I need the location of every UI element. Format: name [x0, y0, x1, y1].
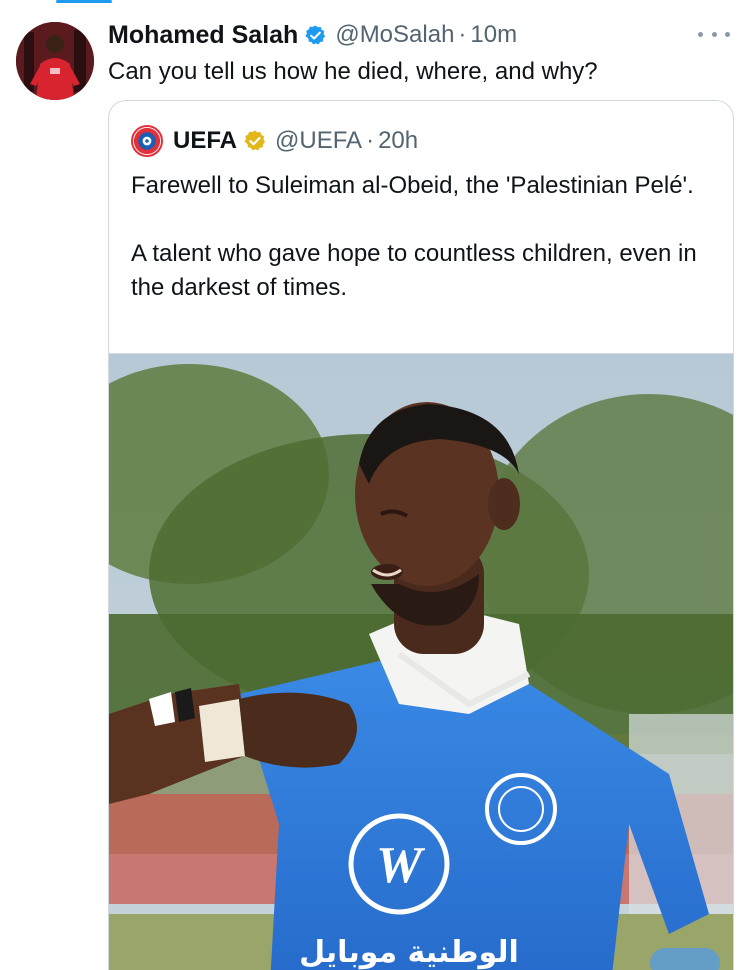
- avatar-photo: [16, 22, 94, 100]
- author-name[interactable]: Mohamed Salah: [108, 21, 298, 50]
- quoted-tweet-header: UEFA @UEFA · 20h: [131, 123, 418, 159]
- uefa-logo-icon[interactable]: [131, 125, 163, 157]
- separator-dot: ·: [458, 21, 467, 48]
- quoted-author-handle[interactable]: @UEFA: [275, 127, 362, 155]
- quoted-tweet[interactable]: UEFA @UEFA · 20h Farewell to Suleiman al…: [108, 100, 734, 970]
- tweet-timestamp[interactable]: 10m: [470, 21, 517, 49]
- shirt-logo-text: W: [376, 837, 426, 894]
- author-handle[interactable]: @MoSalah: [335, 21, 454, 49]
- avatar[interactable]: [16, 22, 94, 100]
- quoted-timestamp[interactable]: 20h: [378, 127, 418, 155]
- quoted-paragraph-1: Farewell to Suleiman al-Obeid, the 'Pale…: [131, 172, 694, 199]
- player-photo: W الوطنية موبايل: [109, 354, 733, 970]
- more-options-icon[interactable]: [698, 24, 730, 44]
- tweet-header: Mohamed Salah @MoSalah · 10m: [108, 18, 690, 52]
- quoted-author-name[interactable]: UEFA: [173, 127, 237, 155]
- quoted-tweet-photo[interactable]: W الوطنية موبايل: [109, 353, 733, 970]
- quoted-paragraph-2: A talent who gave hope to countless chil…: [131, 240, 697, 301]
- shirt-sponsor-text: الوطنية موبايل: [299, 935, 519, 970]
- quoted-tweet-text: Farewell to Suleiman al-Obeid, the 'Pale…: [131, 169, 703, 305]
- tweet[interactable]: Mohamed Salah @MoSalah · 10m Can you tel…: [0, 0, 750, 970]
- tweet-text: Can you tell us how he died, where, and …: [108, 58, 598, 85]
- quoted-separator-dot: ·: [366, 127, 375, 154]
- gold-verified-icon: [243, 129, 267, 153]
- verified-badge-icon: [304, 24, 327, 47]
- scroll-indicator[interactable]: [650, 948, 720, 970]
